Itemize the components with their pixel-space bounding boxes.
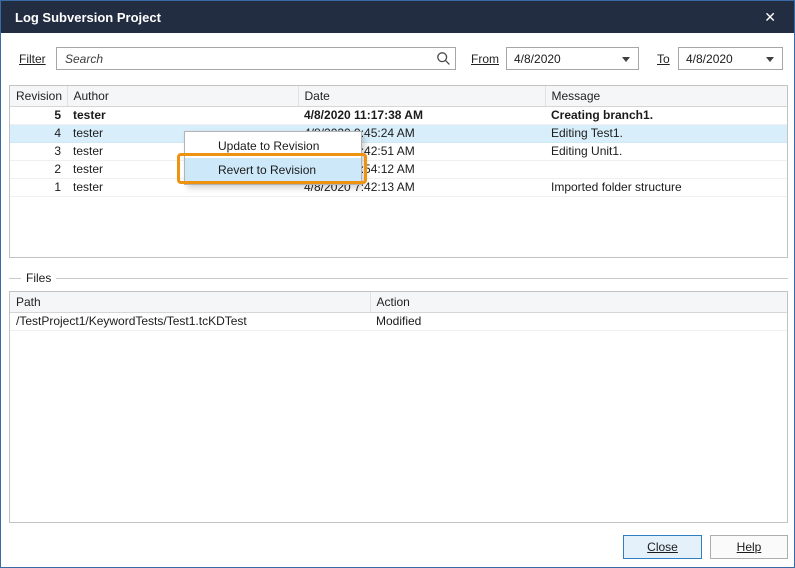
from-date-select[interactable]: 4/8/2020 [506, 47, 639, 70]
revision-row[interactable]: 3 tester 4/8/2020 9:42:51 AM Editing Uni… [10, 142, 787, 160]
search-icon [436, 51, 451, 69]
file-path-cell: /TestProject1/KeywordTests/Test1.tcKDTes… [10, 312, 370, 330]
files-table: Path Action /TestProject1/KeywordTests/T… [10, 292, 787, 331]
col-header-author[interactable]: Author [67, 86, 298, 106]
filter-label: Filter [19, 52, 46, 66]
revision-row[interactable]: 5 tester 4/8/2020 11:17:38 AM Creating b… [10, 106, 787, 124]
revisions-table: Revision Author Date Message 5 tester 4/… [10, 86, 787, 197]
from-date-value: 4/8/2020 [514, 52, 561, 66]
col-header-path[interactable]: Path [10, 292, 370, 312]
revision-cell: 1 [10, 178, 67, 196]
file-action-cell: Modified [370, 312, 787, 330]
author-cell: tester [67, 106, 298, 124]
files-grid: Path Action /TestProject1/KeywordTests/T… [9, 291, 788, 523]
message-cell: Editing Test1. [545, 124, 787, 142]
col-header-action[interactable]: Action [370, 292, 787, 312]
date-cell: 4/8/2020 11:17:38 AM [298, 106, 545, 124]
revision-cell: 5 [10, 106, 67, 124]
to-label: To [657, 52, 670, 66]
chevron-down-icon [766, 57, 774, 62]
log-subversion-dialog: Log Subversion Project ✕ Filter From 4/8… [0, 0, 795, 568]
close-button[interactable]: Close [623, 535, 702, 559]
revisions-header-row: Revision Author Date Message [10, 86, 787, 106]
files-group-border [9, 278, 788, 279]
col-header-revision[interactable]: Revision [10, 86, 67, 106]
col-header-message[interactable]: Message [545, 86, 787, 106]
files-group-label: Files [21, 271, 56, 285]
revision-row[interactable]: 1 tester 4/8/2020 7:42:13 AM Imported fo… [10, 178, 787, 196]
message-cell: Imported folder structure [545, 178, 787, 196]
revisions-grid: Revision Author Date Message 5 tester 4/… [9, 85, 788, 258]
to-date-value: 4/8/2020 [686, 52, 733, 66]
revision-cell: 4 [10, 124, 67, 142]
revision-row[interactable]: 2 tester 4/8/2020 7:54:12 AM [10, 160, 787, 178]
close-button-label: Close [647, 540, 678, 554]
menu-item-revert-to-revision[interactable]: Revert to Revision [185, 158, 361, 182]
revision-row[interactable]: 4 tester 4/8/2020 9:45:24 AM Editing Tes… [10, 124, 787, 142]
revision-cell: 3 [10, 142, 67, 160]
col-header-date[interactable]: Date [298, 86, 545, 106]
help-button-label: Help [737, 540, 762, 554]
from-label: From [471, 52, 499, 66]
window-title: Log Subversion Project [15, 10, 760, 25]
menu-item-update-to-revision[interactable]: Update to Revision [185, 134, 361, 158]
context-menu: Update to Revision Revert to Revision [184, 131, 362, 185]
revision-cell: 2 [10, 160, 67, 178]
chevron-down-icon [622, 57, 630, 62]
message-cell: Creating branch1. [545, 106, 787, 124]
files-header-row: Path Action [10, 292, 787, 312]
message-cell [545, 160, 787, 178]
search-box [56, 47, 456, 70]
message-cell: Editing Unit1. [545, 142, 787, 160]
file-row[interactable]: /TestProject1/KeywordTests/Test1.tcKDTes… [10, 312, 787, 330]
to-date-select[interactable]: 4/8/2020 [678, 47, 783, 70]
close-icon[interactable]: ✕ [760, 8, 780, 26]
titlebar: Log Subversion Project ✕ [1, 1, 794, 33]
help-button[interactable]: Help [710, 535, 788, 559]
search-input[interactable] [56, 47, 456, 70]
